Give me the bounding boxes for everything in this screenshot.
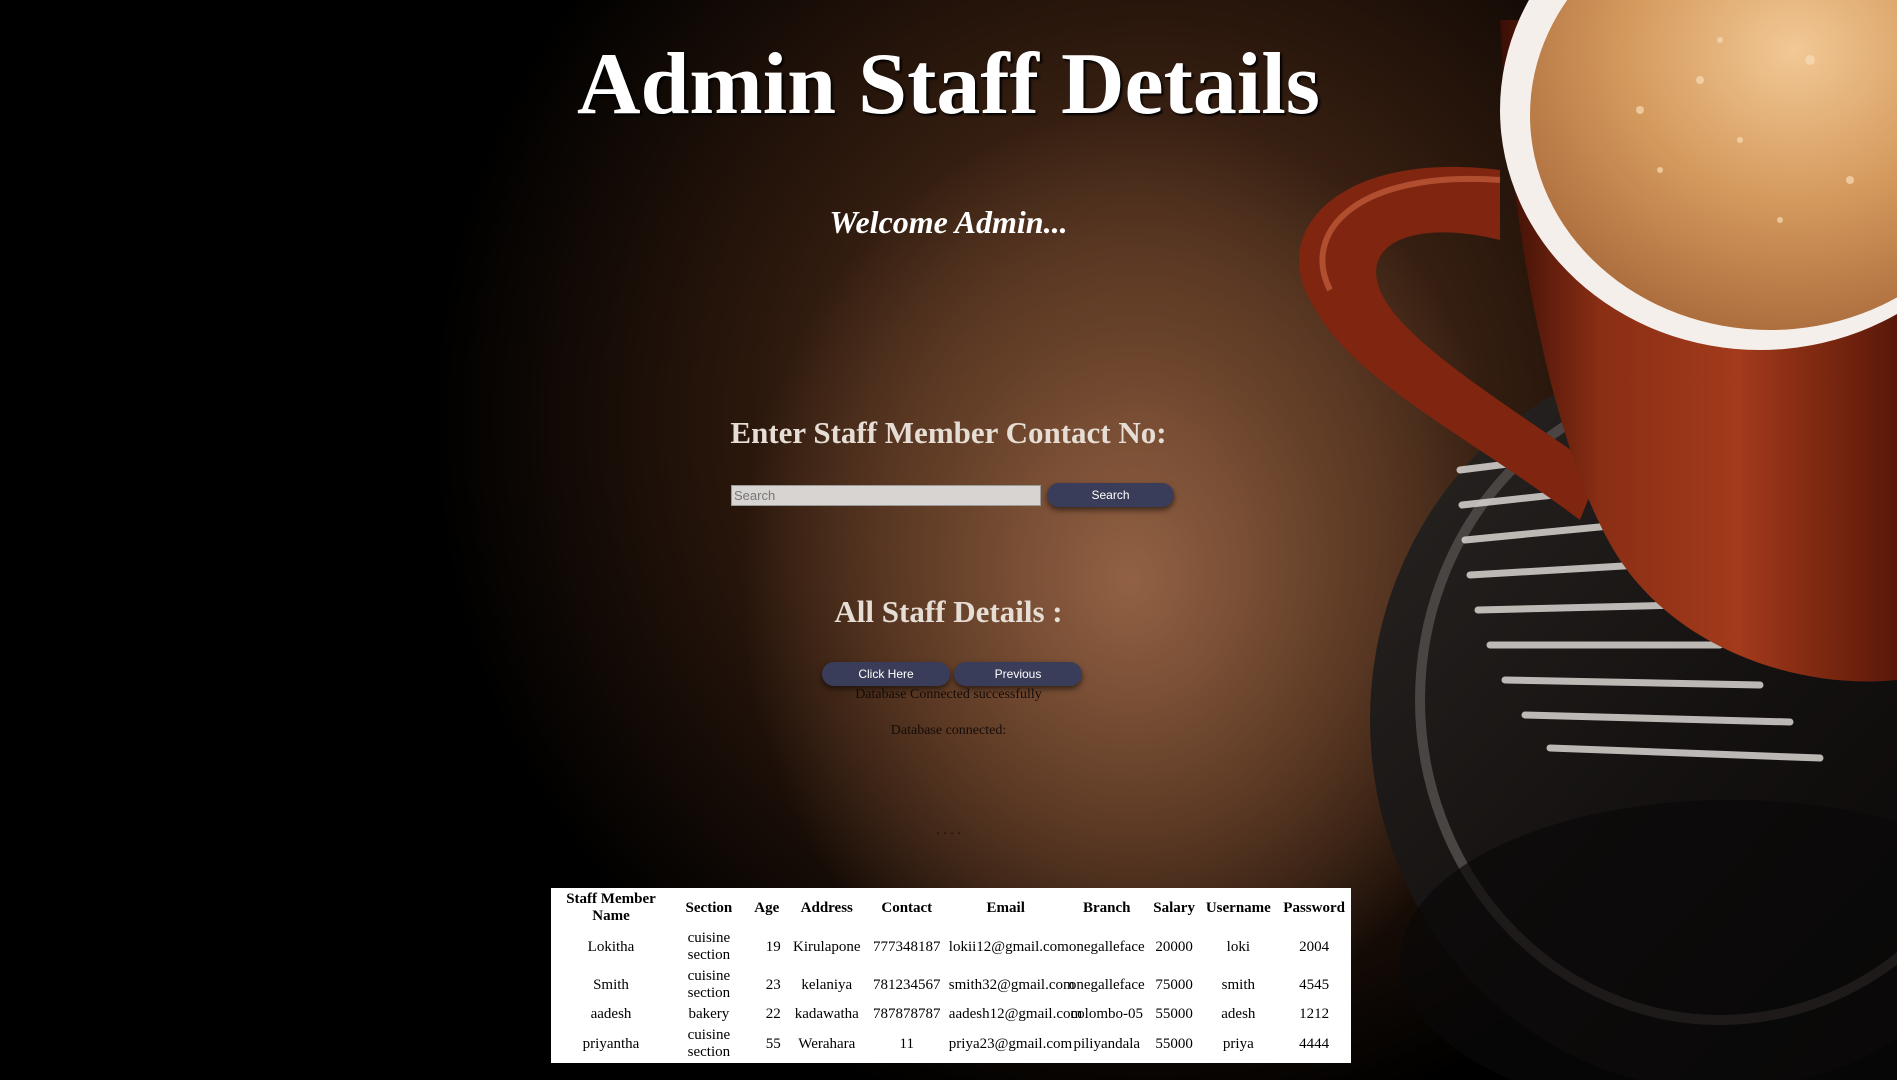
previous-button[interactable]: Previous: [954, 662, 1082, 686]
cell-address: kadawatha: [794, 1006, 859, 1022]
cell-section: cuisine section: [687, 1027, 731, 1060]
column-header: Salary: [1153, 899, 1195, 916]
cell-branch: piliyandala: [1073, 1035, 1141, 1052]
cell-email: lokii12@gmail.com: [948, 938, 1069, 955]
staff-table-container: Staff Member Name Section Age Address Co…: [551, 888, 1351, 1063]
click-here-button[interactable]: Click Here: [822, 662, 950, 686]
cell-contact: 777348187: [873, 938, 941, 955]
cell-email: aadesh12@gmail.com: [948, 1006, 1083, 1022]
welcome-message: Welcome Admin...: [829, 204, 1068, 240]
staff-actions: Click Here Previous: [822, 662, 1082, 686]
search-heading: Enter Staff Member Contact No:: [730, 415, 1167, 450]
db-status-connected: Database Connected successfully: [855, 687, 1042, 702]
cell-address: kelaniya: [801, 976, 853, 993]
cell-name: priyantha: [582, 1035, 640, 1052]
column-header: Address: [800, 899, 853, 916]
table-row: Smith cuisine section 23 kelaniya 781234…: [551, 966, 1351, 1004]
cell-salary: 75000: [1155, 976, 1193, 993]
cell-contact: 781234567: [873, 976, 941, 993]
cell-name: aadesh: [590, 1006, 632, 1022]
cell-age: 22: [765, 1006, 781, 1022]
cell-name: Smith: [593, 976, 629, 993]
column-header: Password: [1283, 899, 1345, 916]
page-title: Admin Staff Details: [576, 36, 1321, 133]
column-header: Contact: [881, 899, 933, 916]
db-status-dots: . . . .: [936, 823, 961, 838]
cell-password: 2004: [1299, 938, 1330, 955]
cell-username: priya: [1222, 1035, 1254, 1052]
cell-username: adesh: [1221, 1006, 1256, 1022]
cell-email: smith32@gmail.com: [948, 976, 1075, 993]
column-header: Staff Member Name: [566, 891, 656, 924]
column-header: Section: [685, 899, 733, 916]
cell-section: cuisine section: [687, 930, 731, 963]
cell-address: Werahara: [798, 1035, 856, 1052]
cell-address: Kirulapone: [793, 938, 861, 955]
cell-contact: 787878787: [873, 1006, 941, 1022]
table-row: priyantha cuisine section 55 Werahara 11…: [551, 1025, 1351, 1063]
search-form: Search: [731, 483, 1174, 507]
cell-salary: 55000: [1155, 1035, 1193, 1052]
cell-username: smith: [1221, 976, 1255, 993]
cell-section: bakery: [688, 1006, 730, 1022]
cell-password: 4444: [1299, 1035, 1330, 1052]
column-header: Username: [1205, 899, 1271, 916]
cell-section: cuisine section: [687, 968, 731, 1001]
table-row: Lokitha cuisine section 19 Kirulapone 77…: [551, 928, 1351, 966]
cell-password: 1212: [1299, 1006, 1330, 1022]
cell-username: loki: [1226, 938, 1250, 955]
cell-age: 19: [765, 938, 781, 955]
cell-salary: 20000: [1155, 938, 1193, 955]
column-header: Age: [754, 899, 780, 916]
staff-table: Staff Member Name Section Age Address Co…: [551, 888, 1351, 1063]
all-staff-heading: All Staff Details :: [834, 594, 1063, 629]
cell-age: 23: [765, 976, 781, 993]
cell-salary: 55000: [1155, 1006, 1193, 1022]
cell-contact: 11: [899, 1035, 914, 1052]
column-header: Branch: [1083, 899, 1131, 916]
cell-password: 4545: [1299, 976, 1330, 993]
db-status-line: Database connected:: [890, 723, 1007, 738]
cell-branch: colombo-05: [1070, 1006, 1144, 1022]
cell-email: priya23@gmail.com: [948, 1035, 1073, 1052]
search-input[interactable]: [731, 484, 1041, 506]
column-header: Email: [986, 899, 1025, 916]
cell-branch: onegalleface: [1068, 938, 1145, 955]
cell-name: Lokitha: [587, 938, 635, 955]
search-button[interactable]: Search: [1047, 483, 1174, 507]
cell-age: 55: [765, 1035, 781, 1052]
cell-branch: onegalleface: [1068, 976, 1145, 993]
table-row: aadesh bakery 22 kadawatha 787878787 aad…: [551, 1004, 1351, 1025]
table-header-row: Staff Member Name Section Age Address Co…: [551, 888, 1351, 928]
